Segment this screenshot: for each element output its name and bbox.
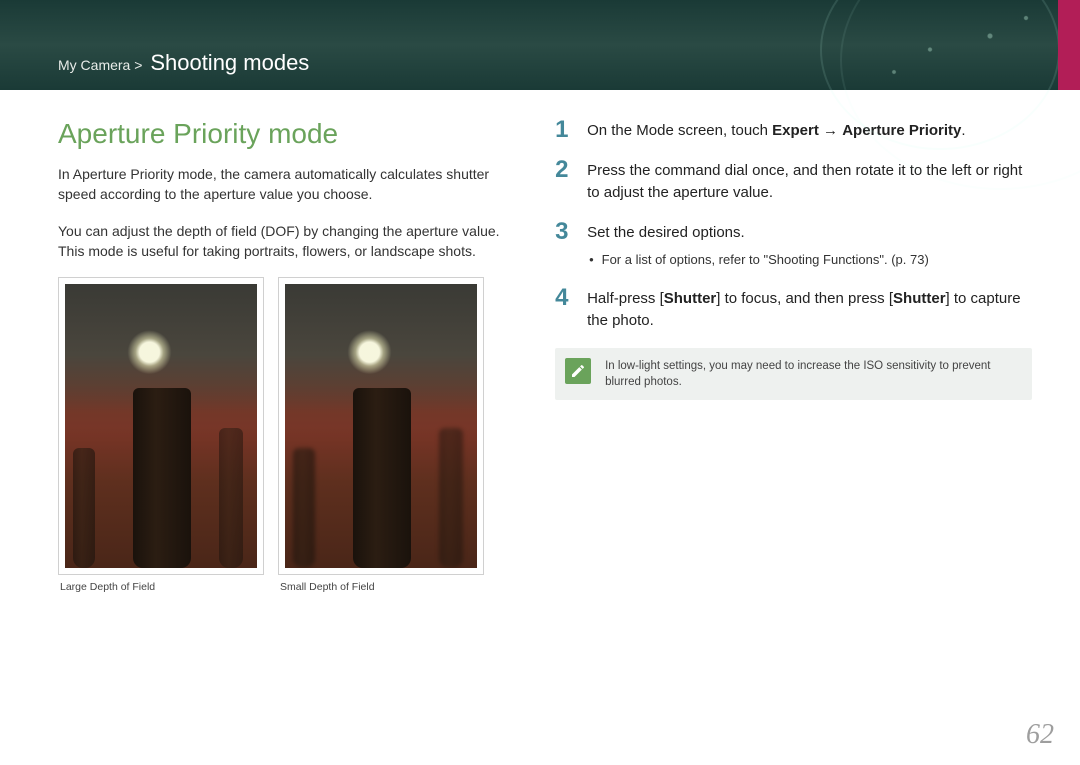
photo-large-dof [65,284,257,568]
step-item: 4 Half-press [Shutter] to focus, and the… [555,286,1032,332]
bullet-dot: • [589,251,594,270]
step-item: 2 Press the command dial once, and then … [555,158,1032,204]
decor-dots [850,0,1050,90]
step-body: Half-press [Shutter] to focus, and then … [587,286,1032,332]
steps-list: 1 On the Mode screen, touch Expert → Ape… [555,118,1032,332]
page-content: Aperture Priority mode In Aperture Prior… [0,90,1080,593]
step-body: Press the command dial once, and then ro… [587,158,1032,204]
step-number: 4 [555,286,575,310]
step-body: Set the desired options. • For a list of… [587,220,1032,271]
example-images-row: Large Depth of Field Small Depth of Fiel… [58,277,515,593]
sub-bullet: • For a list of options, refer to "Shoot… [587,251,1032,270]
step-number: 1 [555,118,575,142]
pen-icon [565,358,591,384]
image-caption: Small Depth of Field [278,581,484,593]
step-number: 3 [555,220,575,244]
note-text: In low-light settings, you may need to i… [605,358,1018,390]
photo-small-dof [285,284,477,568]
step-item: 3 Set the desired options. • For a list … [555,220,1032,271]
section-title: Aperture Priority mode [58,118,515,150]
example-image-large-dof: Large Depth of Field [58,277,264,593]
note-box: In low-light settings, you may need to i… [555,348,1032,400]
step-number: 2 [555,158,575,182]
breadcrumb: My Camera > Shooting modes [58,50,309,76]
example-image-small-dof: Small Depth of Field [278,277,484,593]
breadcrumb-title: Shooting modes [150,50,309,75]
intro-paragraph: You can adjust the depth of field (DOF) … [58,221,515,262]
step-body: On the Mode screen, touch Expert → Apert… [587,118,1032,142]
intro-paragraph: In Aperture Priority mode, the camera au… [58,164,515,205]
breadcrumb-parent: My Camera > [58,57,142,73]
page-header: My Camera > Shooting modes [0,0,1080,90]
image-caption: Large Depth of Field [58,581,264,593]
side-tab [1058,0,1080,90]
step-item: 1 On the Mode screen, touch Expert → Ape… [555,118,1032,142]
left-column: Aperture Priority mode In Aperture Prior… [58,118,515,593]
right-column: 1 On the Mode screen, touch Expert → Ape… [555,118,1032,593]
page-number: 62 [1026,719,1054,751]
